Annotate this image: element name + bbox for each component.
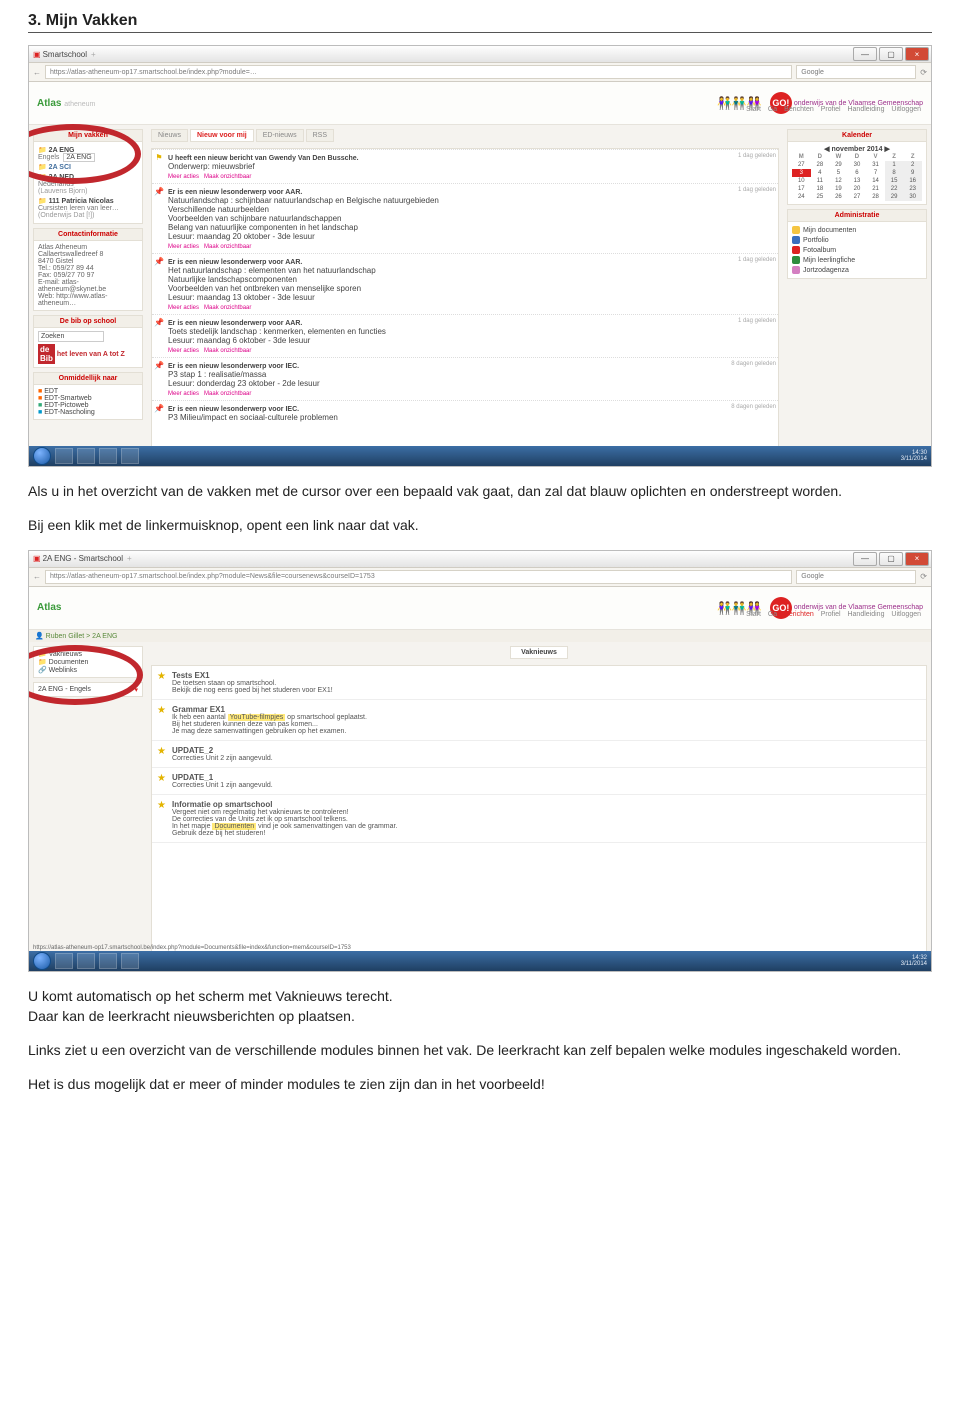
tab-ed-nieuws[interactable]: ED-nieuws [256, 129, 304, 142]
browser-tab-title[interactable]: 2A ENG - Smartschool [43, 554, 123, 563]
screenshot-1: ▣ Smartschool + — ▢ × ← https://atlas-at… [28, 45, 932, 467]
task-icon[interactable] [55, 953, 73, 969]
window-minimize[interactable]: — [853, 552, 877, 566]
module-documenten[interactable]: 📁 Documenten [38, 658, 138, 666]
window-minimize[interactable]: — [853, 47, 877, 61]
task-icon[interactable] [77, 448, 95, 464]
module-weblinks[interactable]: 🔗 Weblinks [38, 666, 138, 674]
tab-favicon: ▣ [33, 50, 41, 59]
star-icon: ★ [157, 705, 166, 735]
section-heading: 3. Mijn Vakken [28, 12, 932, 33]
mijn-vakken-panel: Mijn vakken 📁 2A ENG Engels 2A ENG 📁 2A … [33, 129, 143, 224]
screenshot-2: ▣ 2A ENG - Smartschool + — ▢ × ← https:/… [28, 550, 932, 972]
tab-nieuw-voor-mij[interactable]: Nieuw voor mij [190, 129, 254, 142]
url-field[interactable]: https://atlas-atheneum-op17.smartschool.… [45, 570, 792, 584]
body-text: Als u in het overzicht van de vakken met… [28, 481, 932, 501]
task-icon[interactable] [55, 448, 73, 464]
contact-info-panel: Contactinformatie Atlas Atheneum Callaer… [33, 228, 143, 311]
school-logo-sub: atheneum [64, 101, 95, 108]
window-close[interactable]: × [905, 552, 929, 566]
window-titlebar: ▣ Smartschool + — ▢ × [29, 46, 931, 63]
tab-nieuws[interactable]: Nieuws [151, 129, 188, 142]
search-field[interactable]: Google [796, 570, 916, 584]
system-clock: 14:323/11/2014 [901, 955, 927, 967]
back-icon[interactable]: ← [33, 68, 41, 77]
star-icon: ★ [157, 773, 166, 789]
panel-title: Mijn vakken [34, 130, 142, 142]
vaknieuws-tab: Vaknieuws [510, 646, 568, 659]
course-select: 2A ENG - Engels ▾ [33, 682, 143, 697]
calendar-panel: Kalender ◀ november 2014 ▶ MDWDVZZ 27282… [787, 129, 927, 205]
task-icon[interactable] [121, 448, 139, 464]
task-icon[interactable] [121, 953, 139, 969]
flag-icon: ⚑ [154, 153, 164, 180]
course-item-nicolas[interactable]: 📁 111 Patricia Nicolas Cursisten leren v… [38, 196, 138, 220]
window-maximize[interactable]: ▢ [879, 47, 903, 61]
course-item-sci[interactable]: 📁 2A SCI [38, 162, 138, 172]
start-orb[interactable] [33, 447, 51, 465]
admin-panel: Administratie Mijn documenten Portfolio … [787, 209, 927, 279]
school-logo-text: Atlas [37, 602, 61, 613]
home-icon[interactable]: ⟳ [920, 68, 927, 77]
course-modules-panel: 📁 Vaknieuws 📁 Documenten 🔗 Weblinks [33, 646, 143, 678]
school-logo-text: Atlas [37, 98, 61, 109]
body-text: U komt automatisch op het scherm met Vak… [28, 986, 932, 1027]
browser-address-bar: ← https://atlas-atheneum-op17.smartschoo… [29, 63, 931, 82]
browser-tab-title[interactable]: Smartschool [43, 50, 87, 59]
task-icon[interactable] [99, 953, 117, 969]
search-field[interactable]: Google [796, 65, 916, 79]
course-item-ned[interactable]: 📁 2A NED Nederlands (Lauvens Bjorn) [38, 172, 138, 196]
module-vaknieuws[interactable]: 📁 Vaknieuws [38, 650, 138, 658]
windows-taskbar: 14:323/11/2014 [29, 951, 931, 971]
url-field[interactable]: https://atlas-atheneum-op17.smartschool.… [45, 65, 792, 79]
start-orb[interactable] [33, 952, 51, 970]
home-icon[interactable]: ⟳ [920, 572, 927, 581]
top-nav: Start Ga Berichten Profiel Handleiding U… [741, 106, 921, 113]
back-icon[interactable]: ← [33, 572, 41, 581]
body-text: Links ziet u een overzicht van de versch… [28, 1040, 932, 1060]
task-icon[interactable] [99, 448, 117, 464]
tab-rss[interactable]: RSS [306, 129, 334, 142]
pin-icon: 📌 [154, 187, 164, 250]
star-icon: ★ [157, 671, 166, 694]
course-item-eng[interactable]: 📁 2A ENG Engels 2A ENG [38, 145, 138, 162]
top-nav: Start Ga Berichten Profiel Handleiding U… [741, 611, 921, 618]
bib-search[interactable]: Zoeken [38, 331, 104, 342]
window-maximize[interactable]: ▢ [879, 552, 903, 566]
system-clock: 14:303/11/2014 [901, 450, 927, 462]
body-text: Het is dus mogelijk dat er meer of minde… [28, 1074, 932, 1094]
task-icon[interactable] [77, 953, 95, 969]
breadcrumb: 👤 Ruben Gillet > 2A ENG [29, 630, 931, 642]
bib-panel: De bib op school Zoeken deBib het leven … [33, 315, 143, 368]
feed-tabs: Nieuws Nieuw voor mij ED-nieuws RSS [151, 129, 779, 142]
windows-taskbar: 14:303/11/2014 [29, 446, 931, 466]
star-icon: ★ [157, 746, 166, 762]
quicklinks-panel: Onmiddellijk naar ■ EDT ■ EDT-Smartweb ■… [33, 372, 143, 420]
window-close[interactable]: × [905, 47, 929, 61]
tab-favicon: ▣ [33, 554, 41, 563]
star-icon: ★ [157, 800, 166, 837]
body-text: Bij een klik met de linkermuisknop, open… [28, 515, 932, 535]
